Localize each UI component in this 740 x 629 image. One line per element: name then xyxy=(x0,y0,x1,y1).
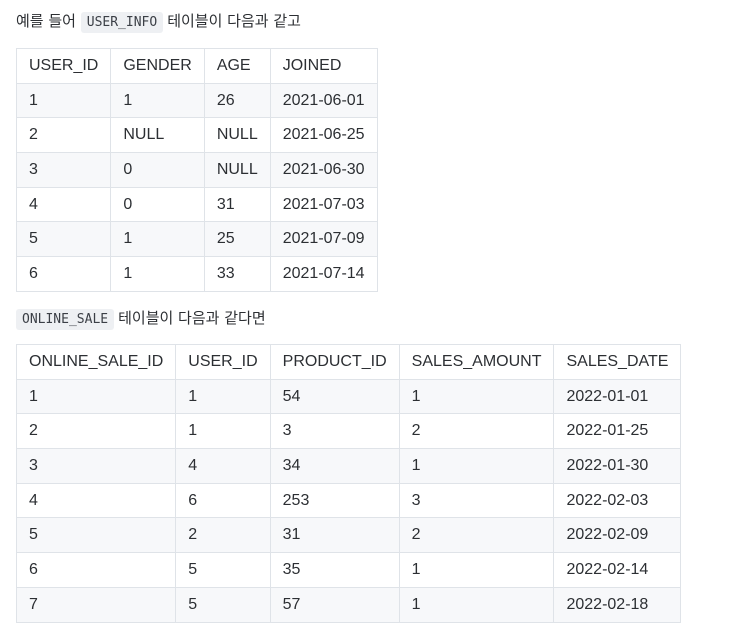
table-cell: 34 xyxy=(269,448,400,484)
table-cell: NULL xyxy=(110,117,205,154)
table-row: 4 6 253 3 2022-02-03 xyxy=(15,482,682,519)
table-cell: 2021-06-25 xyxy=(269,117,378,154)
table-header-row: ONLINE_SALE_ID USER_ID PRODUCT_ID SALES_… xyxy=(15,344,682,380)
second-paragraph: ONLINE_SALE 테이블이 다음과 같다면 xyxy=(16,306,266,332)
table-cell: 1 xyxy=(110,256,205,292)
table-cell: 35 xyxy=(269,552,400,588)
table-cell: 2021-07-09 xyxy=(269,221,378,258)
table-cell: 1 xyxy=(175,413,271,450)
table-row: 7 5 57 1 2022-02-18 xyxy=(15,586,682,623)
table-cell: 0 xyxy=(110,152,205,188)
table-row: 3 4 34 1 2022-01-30 xyxy=(15,448,682,484)
table-row: 2 NULL NULL 2021-06-25 xyxy=(15,117,378,154)
table-cell: 2021-07-03 xyxy=(269,186,378,223)
table-cell: 2022-02-09 xyxy=(553,517,682,554)
table-cell: 5 xyxy=(15,517,177,554)
table-cell: 4 xyxy=(15,186,112,223)
column-header: PRODUCT_ID xyxy=(269,344,400,380)
column-header: SALES_AMOUNT xyxy=(398,344,555,380)
column-header: USER_ID xyxy=(175,344,271,380)
table-cell: 4 xyxy=(15,482,177,519)
column-header: USER_ID xyxy=(15,48,112,84)
second-suffix: 테이블이 다음과 같다면 xyxy=(118,309,266,327)
table-row: 2 1 3 2 2022-01-25 xyxy=(15,413,682,450)
table-cell: NULL xyxy=(203,117,271,154)
table-cell: 25 xyxy=(203,221,271,258)
column-header: AGE xyxy=(203,48,271,84)
table-row: 5 1 25 2021-07-09 xyxy=(15,221,378,258)
table-cell: 2022-01-30 xyxy=(553,448,682,484)
table-row: 3 0 NULL 2021-06-30 xyxy=(15,152,378,188)
table-cell: 1 xyxy=(398,586,555,623)
table-cell: 1 xyxy=(398,552,555,588)
table-cell: 5 xyxy=(175,586,271,623)
table-header-row: USER_ID GENDER AGE JOINED xyxy=(15,48,378,84)
table-cell: 3 xyxy=(269,413,400,450)
table-cell: 1 xyxy=(398,378,555,415)
table-cell: 1 xyxy=(175,378,271,415)
table-cell: NULL xyxy=(203,152,271,188)
column-header: SALES_DATE xyxy=(553,344,682,380)
user-info-table-name: USER_INFO xyxy=(80,12,164,33)
intro-paragraph: 예를 들어 USER_INFO 테이블이 다음과 같고 xyxy=(16,9,301,35)
user-info-table: USER_ID GENDER AGE JOINED 1 1 26 2021-06… xyxy=(15,48,378,292)
table-cell: 2 xyxy=(15,413,177,450)
column-header: ONLINE_SALE_ID xyxy=(15,344,177,380)
table-cell: 6 xyxy=(15,256,112,292)
table-cell: 31 xyxy=(269,517,400,554)
table-cell: 33 xyxy=(203,256,271,292)
table-cell: 3 xyxy=(15,448,177,484)
table-cell: 26 xyxy=(203,82,271,119)
table-cell: 1 xyxy=(398,448,555,484)
table-row: 4 0 31 2021-07-03 xyxy=(15,186,378,223)
table-cell: 31 xyxy=(203,186,271,223)
table-cell: 2022-01-01 xyxy=(553,378,682,415)
table-cell: 2022-02-14 xyxy=(553,552,682,588)
intro-suffix: 테이블이 다음과 같고 xyxy=(167,12,301,30)
table-cell: 2021-07-14 xyxy=(269,256,378,292)
column-header: JOINED xyxy=(269,48,378,84)
table-cell: 5 xyxy=(15,221,112,258)
table-cell: 1 xyxy=(110,221,205,258)
table-cell: 2 xyxy=(398,517,555,554)
table-row: 1 1 54 1 2022-01-01 xyxy=(15,378,682,415)
table-cell: 2 xyxy=(175,517,271,554)
table-cell: 5 xyxy=(175,552,271,588)
table-cell: 253 xyxy=(269,482,400,519)
table-cell: 2021-06-30 xyxy=(269,152,378,188)
table-cell: 6 xyxy=(175,482,271,519)
table-cell: 1 xyxy=(15,82,112,119)
table-cell: 2 xyxy=(15,117,112,154)
table-cell: 2021-06-01 xyxy=(269,82,378,119)
table-cell: 2022-01-25 xyxy=(553,413,682,450)
table-row: 5 2 31 2 2022-02-09 xyxy=(15,517,682,554)
table-row: 6 5 35 1 2022-02-14 xyxy=(15,552,682,588)
table-cell: 3 xyxy=(15,152,112,188)
table-cell: 7 xyxy=(15,586,177,623)
table-cell: 2022-02-18 xyxy=(553,586,682,623)
table-cell: 2022-02-03 xyxy=(553,482,682,519)
table-cell: 54 xyxy=(269,378,400,415)
column-header: GENDER xyxy=(110,48,205,84)
table-cell: 2 xyxy=(398,413,555,450)
table-cell: 57 xyxy=(269,586,400,623)
table-cell: 0 xyxy=(110,186,205,223)
table-cell: 6 xyxy=(15,552,177,588)
table-cell: 4 xyxy=(175,448,271,484)
intro-prefix: 예를 들어 xyxy=(16,12,76,30)
table-row: 6 1 33 2021-07-14 xyxy=(15,256,378,292)
table-cell: 1 xyxy=(15,378,177,415)
online-sale-table-name: ONLINE_SALE xyxy=(16,309,115,330)
table-cell: 3 xyxy=(398,482,555,519)
table-row: 1 1 26 2021-06-01 xyxy=(15,82,378,119)
online-sale-table: ONLINE_SALE_ID USER_ID PRODUCT_ID SALES_… xyxy=(15,344,682,623)
table-cell: 1 xyxy=(110,82,205,119)
